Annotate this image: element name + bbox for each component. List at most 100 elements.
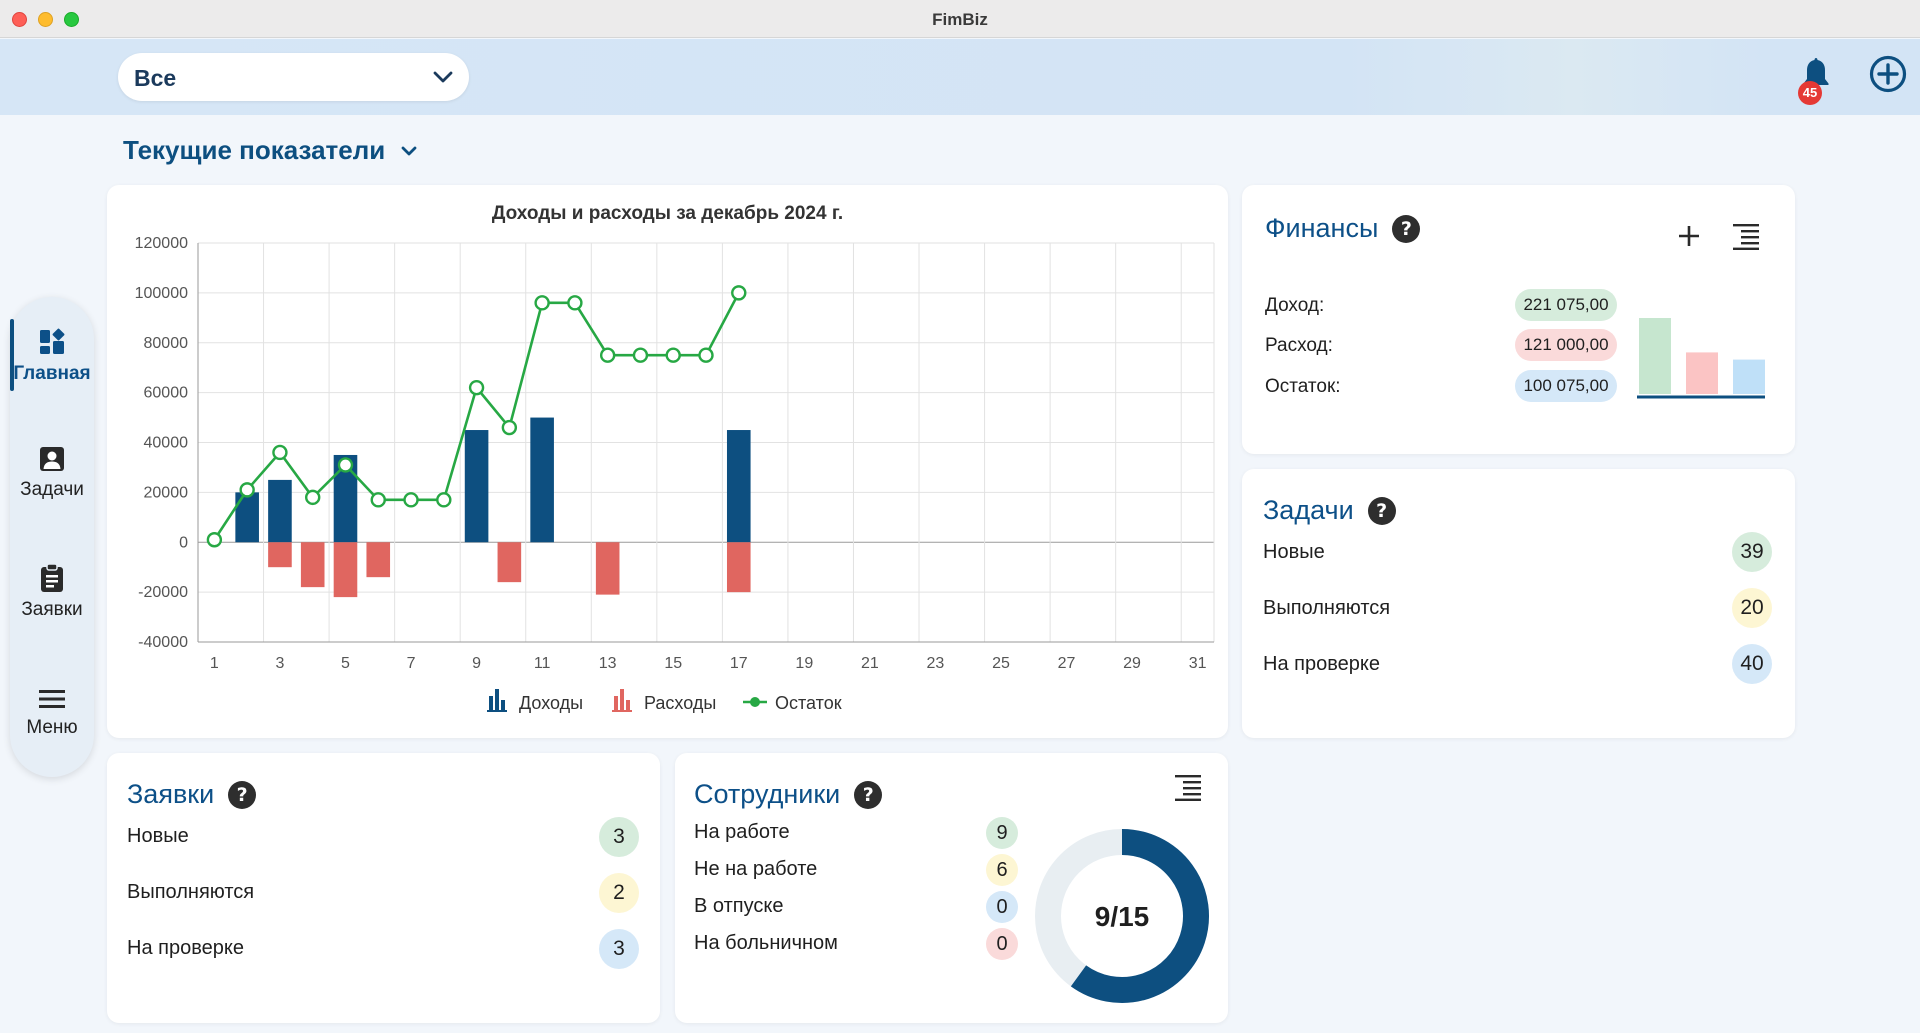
y-tick-label: 60000 [144,385,189,402]
list-align-icon[interactable] [1732,222,1760,250]
y-tick-label: 100000 [135,285,188,302]
tasks-review-count[interactable]: 40 [1732,644,1772,684]
tasks-review-label: На проверке [1263,653,1380,675]
x-tick-label: 11 [534,655,551,672]
help-icon[interactable]: ? [1367,496,1396,525]
finance-balance-value: 100 075,00 [1515,370,1617,402]
y-tick-label: 40000 [144,435,189,452]
x-tick-label: 15 [664,655,682,672]
income-expenses-chart-card: Доходы и расходы за декабрь 2024 г. 1200… [107,185,1228,738]
employees-not-at-work-count[interactable]: 6 [986,854,1018,886]
clipboard-icon [41,563,63,592]
finance-mini-chart [1637,318,1765,399]
employees-sick-count[interactable]: 0 [986,928,1018,960]
income-bar [726,430,751,543]
income-bar [464,430,489,543]
tasks-new-count[interactable]: 39 [1732,532,1772,572]
window-titlebar: FimBiz [0,0,1920,38]
tasks-in-progress-count[interactable]: 20 [1732,588,1772,628]
employees-vacation-count[interactable]: 0 [986,891,1018,923]
finance-title-text: Финансы [1265,213,1379,243]
requests-title: Заявки ? [127,779,257,810]
legend-swatch [612,710,632,712]
list-align-icon[interactable] [1174,773,1202,801]
x-tick-label: 17 [730,655,748,672]
employees-sick-label: На больничном [694,932,838,954]
requests-new-count[interactable]: 3 [599,817,639,857]
tasks-card: Задачи ? Новые 39 Выполняются 20 На пров… [1242,469,1795,738]
x-tick-label: 3 [275,655,284,672]
sidebar-item-menu[interactable]: Меню [10,687,94,739]
balance-point [305,489,321,506]
expense-bar [726,542,751,593]
employees-vacation-label: В отпуске [694,895,784,917]
section-title-text: Текущие показатели [123,135,386,165]
sidebar-item-home[interactable]: Главная [10,327,94,385]
balance-point [337,457,354,473]
legend-label: Доходы [519,693,583,713]
filter-select[interactable]: Все [118,53,469,101]
expense-bar [333,542,358,598]
tasks-new-label: Новые [1263,541,1325,563]
legend-swatch [495,689,499,710]
help-icon[interactable]: ? [228,780,257,809]
requests-title-text: Заявки [127,779,215,809]
x-tick-label: 5 [341,655,350,672]
balance-point [501,419,518,436]
section-title[interactable]: Текущие показатели [123,135,419,166]
plus-icon[interactable] [1676,223,1702,249]
notification-badge: 45 [1798,81,1822,105]
y-tick-label: -40000 [138,634,188,651]
balance-point [403,492,419,508]
legend-swatch [487,710,507,712]
balance-point [436,492,452,508]
x-tick-label: 13 [599,655,617,672]
legend-label: Расходы [644,693,716,713]
sidebar-item-label: Меню [26,717,78,738]
requests-review-count[interactable]: 3 [599,929,639,969]
sidebar-item-requests[interactable]: Заявки [10,563,94,621]
filter-select-value: Все [134,65,177,91]
sidebar-item-tasks[interactable]: Задачи [10,445,94,501]
tasks-title: Задачи ? [1263,495,1396,526]
income-bar [235,492,259,543]
help-icon[interactable]: ? [1392,214,1421,243]
add-circle-icon[interactable] [1869,55,1907,93]
contact-card-icon [40,447,64,471]
help-icon[interactable]: ? [854,780,883,809]
balance-point [567,295,583,311]
finance-mini-bar [1639,318,1671,394]
sidebar-item-label: Главная [13,363,91,384]
x-tick-label: 21 [861,655,879,672]
chevron-down-icon [401,146,417,155]
finance-expense-value: 121 000,00 [1515,329,1617,361]
x-tick-label: 19 [795,655,813,672]
x-tick-label: 27 [1058,655,1076,672]
dashboard-icon [40,328,65,354]
employees-title-text: Сотрудники [694,779,841,809]
expense-bar [497,542,522,583]
legend-swatch [614,696,618,710]
legend-swatch [750,697,760,707]
finance-mini-bar [1733,359,1765,394]
x-tick-label: 25 [992,655,1010,672]
employees-at-work-count[interactable]: 9 [986,817,1018,849]
balance-point [632,347,649,363]
balance-point [731,285,747,301]
window-title: FimBiz [932,10,988,29]
requests-in-progress-count[interactable]: 2 [599,873,639,913]
legend-label: Остаток [775,693,842,713]
balance-point [272,444,288,461]
requests-new-label: Новые [127,825,189,847]
legend-swatch [501,700,505,710]
requests-card: Заявки ? Новые 3 Выполняются 2 На провер… [107,753,660,1023]
x-tick-label: 29 [1123,655,1141,672]
app-header: Все 45 [0,39,1920,115]
legend-swatch [489,696,493,710]
x-tick-label: 7 [407,655,416,672]
x-tick-label: 1 [210,655,219,672]
x-tick-label: 23 [927,655,945,672]
y-tick-label: 20000 [144,484,189,501]
finance-card: Финансы ? Доход: 221 075,00 Расход: 121 … [1242,185,1795,454]
expense-bar [300,542,325,588]
